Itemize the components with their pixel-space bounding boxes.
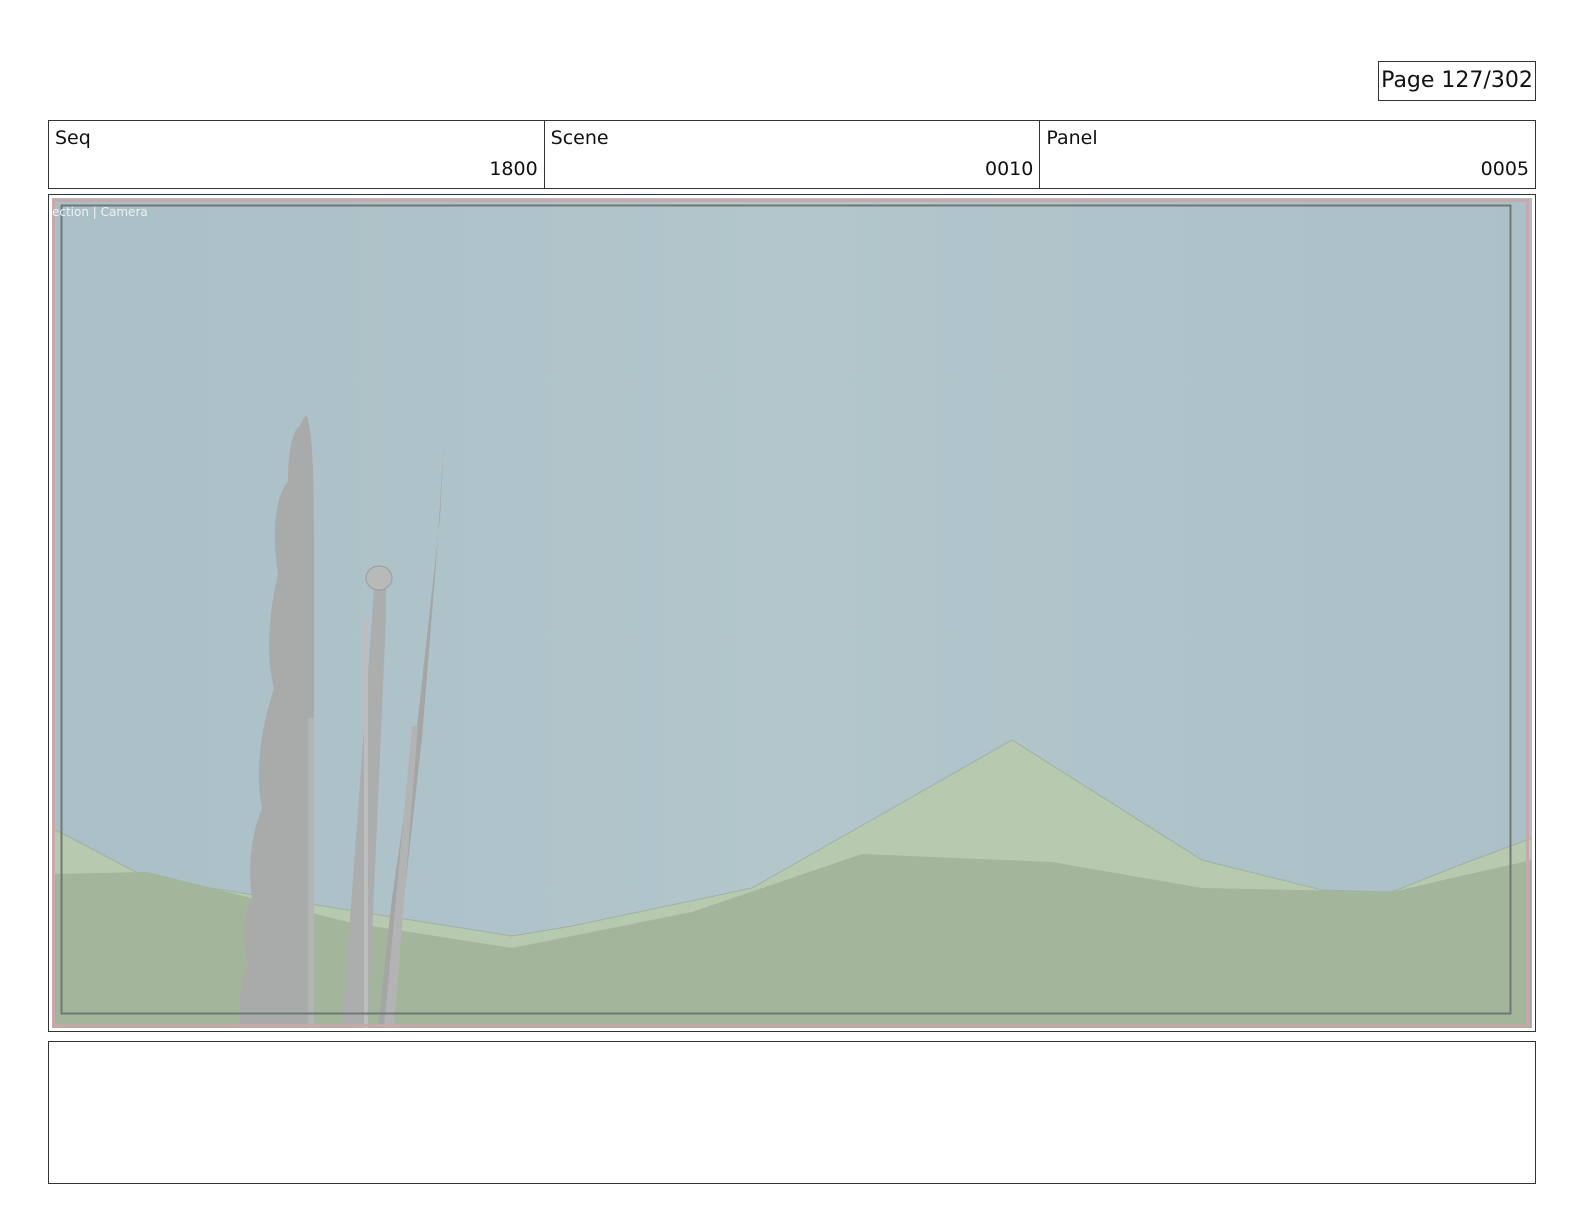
storyboard-panel-frame: ection | Camera: [48, 194, 1536, 1032]
scene-value: 0010: [984, 158, 1034, 180]
scene-cell: Scene 0010: [545, 121, 1041, 188]
page-number: Page 127/302: [1378, 61, 1536, 101]
lamp-post-top: [365, 565, 393, 591]
panel-cell: Panel 0005: [1040, 121, 1535, 188]
panel-notes-box[interactable]: [48, 1041, 1536, 1184]
panel-label: Panel: [1046, 127, 1098, 149]
scene-label: Scene: [550, 127, 609, 149]
cypress-trunk: [308, 718, 314, 1028]
storyboard-panel-image: ection | Camera: [52, 198, 1532, 1028]
seq-cell: Seq 1800: [49, 121, 545, 188]
panel-info-table: Seq 1800 Scene 0010 Panel 0005: [48, 120, 1536, 189]
panel-value: 0005: [1480, 158, 1530, 180]
seq-value: 1800: [489, 158, 538, 180]
seq-label: Seq: [55, 127, 91, 149]
viewport-label: ection | Camera: [52, 205, 148, 219]
lamp-post-highlight: [364, 618, 368, 1028]
